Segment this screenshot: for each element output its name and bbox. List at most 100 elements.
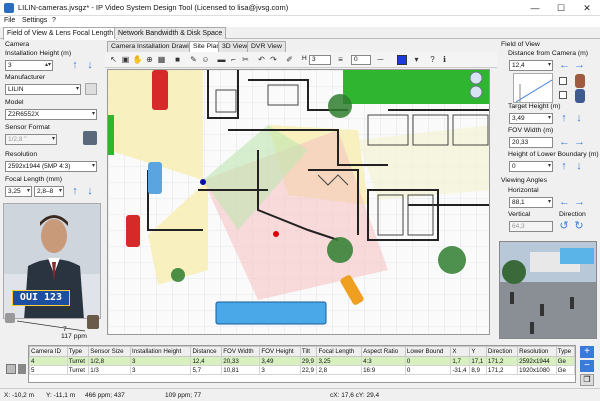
col-sensor-size[interactable]: Sensor Size xyxy=(88,346,132,357)
angle-select[interactable]: 0 xyxy=(351,55,371,65)
lower-down-icon[interactable]: ↓ xyxy=(574,160,584,172)
focal-field[interactable]: 3,25 ▾ xyxy=(5,186,32,197)
vertical-label: Vertical xyxy=(508,211,531,218)
checkbox-1[interactable] xyxy=(559,77,567,85)
col-fov-height[interactable]: FOV Height xyxy=(259,346,301,357)
col-camera-id[interactable]: Camera ID xyxy=(29,346,68,357)
grid-icon[interactable]: ▦ xyxy=(156,54,167,65)
resolution-select[interactable]: 2592x1944 (5MP 4:3) ▾ xyxy=(5,161,97,172)
col-lower-bound[interactable]: Lower Bound xyxy=(404,346,452,357)
col-distance[interactable]: Distance xyxy=(190,346,223,357)
shape-icon[interactable]: ■ xyxy=(172,54,183,65)
tab-dvr-view[interactable]: DVR View xyxy=(247,41,286,52)
person-tool-icon[interactable]: ☺ xyxy=(200,54,211,65)
tab-camera-installation[interactable]: Camera Installation Drawing xyxy=(107,41,201,52)
minimize-button[interactable]: — xyxy=(522,0,548,16)
cell: 3,25 xyxy=(316,356,363,366)
table-row[interactable]: 4 Turret 1/2,8 3 12,4 20,33 3,49 29,9 3,… xyxy=(29,356,576,366)
target-down-icon[interactable]: ↓ xyxy=(574,112,584,124)
menu-help[interactable]: ? xyxy=(52,17,56,24)
3d-preview xyxy=(499,241,597,339)
menu-settings[interactable]: Settings xyxy=(22,17,47,24)
eraser-icon[interactable]: ✂ xyxy=(240,54,251,65)
camera-list-icon[interactable] xyxy=(6,364,16,374)
col-type2[interactable]: Type xyxy=(555,346,576,357)
col-tilt[interactable]: Tilt xyxy=(299,346,318,357)
height-select[interactable]: 3 xyxy=(309,55,331,65)
target-up-icon[interactable]: ↑ xyxy=(559,112,569,124)
line-icon[interactable]: ─ xyxy=(375,54,386,65)
menu-file[interactable]: File xyxy=(4,17,15,24)
duplicate-camera-button[interactable]: ❐ xyxy=(580,374,594,386)
add-camera-button[interactable]: + xyxy=(580,346,594,358)
fov-width-field[interactable]: 20,33 xyxy=(509,137,553,148)
col-resolution[interactable]: Resolution xyxy=(517,346,557,357)
col-aspect-ratio[interactable]: Aspect Ratio xyxy=(361,346,406,357)
height-up-icon[interactable]: ↑ xyxy=(70,59,80,71)
model-select[interactable]: Z2R6552X ▾ xyxy=(5,109,97,120)
text-align-icon[interactable]: ≡ xyxy=(335,54,346,65)
horizontal-field[interactable]: 88,1 ▾ xyxy=(509,197,553,208)
lower-up-icon[interactable]: ↑ xyxy=(559,160,569,172)
col-y[interactable]: Y xyxy=(469,346,487,357)
fov-right-icon[interactable]: → xyxy=(574,136,585,148)
hand-icon[interactable]: ✋ xyxy=(132,54,143,65)
focal-down-icon[interactable]: ↓ xyxy=(85,185,95,197)
help-icon[interactable]: ? xyxy=(427,54,438,65)
status-ppm-2: 109 ppm; 77 xyxy=(165,392,202,399)
info-icon[interactable]: ℹ xyxy=(439,54,450,65)
wall-icon[interactable]: ▬ xyxy=(216,54,227,65)
color-dropdown-icon[interactable]: ▾ xyxy=(411,54,422,65)
fov-panel: Field of View Distance from Camera (m) 1… xyxy=(499,41,599,341)
camera-tool-icon[interactable]: ▣ xyxy=(120,54,131,65)
distance-field[interactable]: 12,4 ▾ xyxy=(509,60,553,71)
horizontal-right-icon[interactable]: → xyxy=(574,196,585,208)
distance-right-icon[interactable]: → xyxy=(574,59,585,71)
col-type[interactable]: Type xyxy=(66,346,90,357)
sensor-select[interactable]: 1/2,8 " ▾ xyxy=(5,134,57,145)
color-picker[interactable] xyxy=(397,55,407,65)
target-height-field[interactable]: 3,49 ▾ xyxy=(509,113,553,124)
col-focal-length[interactable]: Focal Length xyxy=(316,346,363,357)
rotate-right-icon[interactable]: ↻ xyxy=(574,220,584,232)
rotate-left-icon[interactable]: ↺ xyxy=(559,220,569,232)
focal-range-select[interactable]: 2,8–8 ▾ xyxy=(34,186,64,197)
checkbox-2[interactable] xyxy=(559,91,567,99)
pen-icon[interactable]: ✎ xyxy=(188,54,199,65)
close-button[interactable]: ✕ xyxy=(574,0,600,16)
door-icon[interactable]: ⌐ xyxy=(228,54,239,65)
maximize-button[interactable]: ☐ xyxy=(548,0,574,16)
col-install-height[interactable]: Installation Height xyxy=(130,346,192,357)
cell: 1/3 xyxy=(88,365,132,375)
cell: Turret xyxy=(66,356,90,366)
table-row[interactable]: 5 Turret 1/3 3 5,7 10,81 3 22,9 2,8 16:9… xyxy=(29,365,576,375)
lower-boundary-field[interactable]: 0 ▾ xyxy=(509,161,553,172)
pointer-icon[interactable]: ↖ xyxy=(108,54,119,65)
app-icon xyxy=(4,3,14,13)
manufacturer-select[interactable]: LILIN ▾ xyxy=(5,84,81,95)
height-down-icon[interactable]: ↓ xyxy=(85,59,95,71)
brush-icon[interactable]: ✐ xyxy=(284,54,295,65)
distance-left-icon[interactable]: ← xyxy=(559,59,570,71)
tab-field-of-view[interactable]: Field of View & Lens Focal Length xyxy=(3,27,118,40)
install-height-field[interactable]: 3 ▴▾ xyxy=(5,60,53,71)
fov-width-label: FOV Width (m) xyxy=(508,127,554,134)
undo-icon[interactable]: ↶ xyxy=(256,54,267,65)
cell: 0 xyxy=(404,365,452,375)
tool-icon[interactable] xyxy=(18,364,26,374)
col-fov-width[interactable]: FOV Width xyxy=(221,346,261,357)
remove-camera-button[interactable]: − xyxy=(580,360,594,372)
site-plan-canvas[interactable] xyxy=(107,69,490,335)
sensor-label: Sensor Format xyxy=(5,124,50,131)
vertical-field[interactable]: 64,3 xyxy=(509,221,553,232)
cell: 17,1 xyxy=(469,356,487,366)
camera-db-icon[interactable] xyxy=(85,83,97,95)
col-direction[interactable]: Direction xyxy=(485,346,519,357)
focal-up-icon[interactable]: ↑ xyxy=(70,185,80,197)
horizontal-left-icon[interactable]: ← xyxy=(559,196,570,208)
fov-left-icon[interactable]: ← xyxy=(559,136,570,148)
zoom-icon[interactable]: ⊕ xyxy=(144,54,155,65)
tab-network-bandwidth[interactable]: Network Bandwidth & Disk Space xyxy=(114,27,227,39)
redo-icon[interactable]: ↷ xyxy=(268,54,279,65)
col-x[interactable]: X xyxy=(450,346,471,357)
